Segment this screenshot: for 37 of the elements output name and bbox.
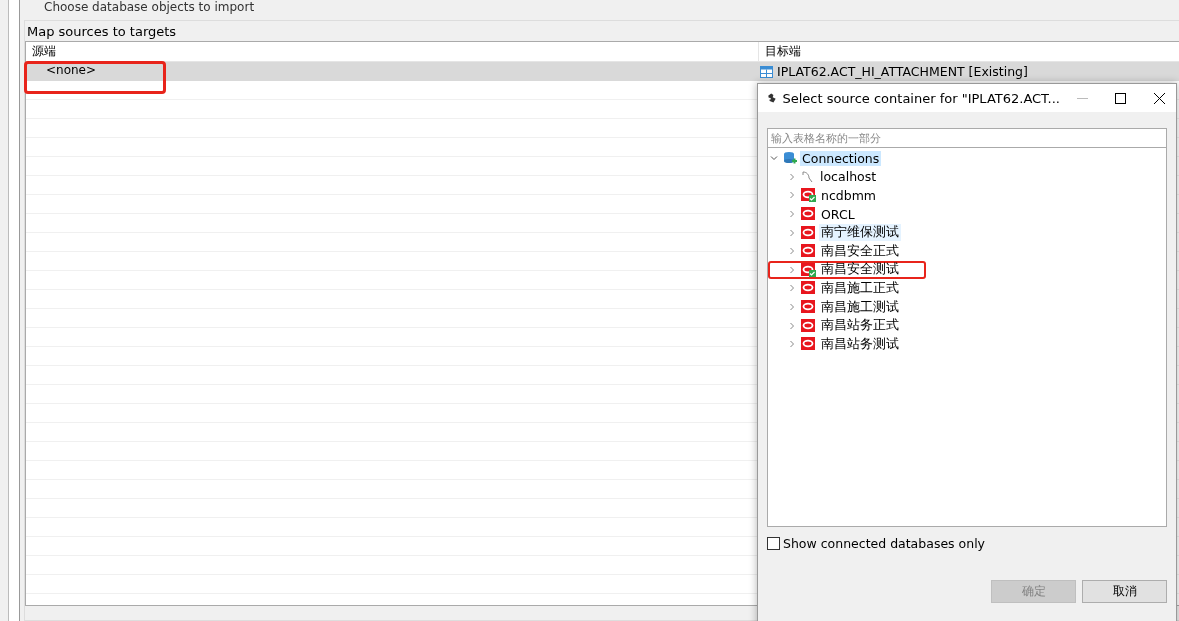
close-icon [1154, 92, 1166, 104]
database-icon [801, 281, 816, 296]
table-row[interactable]: <none> IPLAT62.ACT_HI_ATTACHMENT [Existing] [26, 62, 1179, 81]
connected-database-icon [801, 262, 816, 277]
database-icon [801, 318, 816, 333]
column-header[interactable]: 源端 [32, 44, 56, 58]
maximize-icon [1115, 92, 1127, 104]
tree-item[interactable]: localhost [818, 169, 879, 185]
tree-item[interactable]: 南昌安全正式 [819, 242, 901, 260]
cancel-button[interactable]: 取消 [1082, 580, 1167, 603]
column-header[interactable]: 目标端 [765, 44, 801, 58]
connected-only-checkbox[interactable]: Show connected databases only [767, 536, 985, 551]
tree-item[interactable]: ORCL [819, 206, 857, 222]
tree-item[interactable]: Connections [800, 150, 882, 166]
connection-icon [801, 169, 815, 184]
tree-item[interactable]: 南昌站务测试 [819, 335, 901, 353]
tree-item[interactable]: 南宁维保测试 [819, 224, 901, 242]
database-icon [801, 244, 816, 259]
tree-item[interactable]: 南昌安全测试 [819, 261, 901, 279]
group-title: Map sources to targets [26, 23, 178, 41]
database-icon [783, 151, 797, 166]
filter-field[interactable]: 输入表格名称的一部分 [767, 128, 1167, 148]
connected-database-icon [801, 188, 816, 203]
window-title: Choose database objects to import [43, 0, 255, 16]
database-icon [801, 300, 816, 315]
table-cell: IPLAT62.ACT_HI_ATTACHMENT [Existing] [777, 64, 1028, 79]
tree-item[interactable]: 南昌施工测试 [819, 298, 901, 316]
dialog-title: Select source container for "IPLAT62.ACT... [782, 90, 1060, 106]
tree-item[interactable]: 南昌站务正式 [819, 317, 901, 335]
tree-item[interactable]: 南昌施工正式 [819, 279, 901, 297]
table-icon [760, 65, 773, 78]
app-icon [766, 91, 777, 105]
database-icon [801, 225, 816, 240]
tree-item[interactable]: ncdbmm [819, 188, 879, 203]
table-cell-text: <none> [45, 62, 98, 79]
database-icon [801, 337, 816, 352]
database-icon [801, 207, 816, 222]
